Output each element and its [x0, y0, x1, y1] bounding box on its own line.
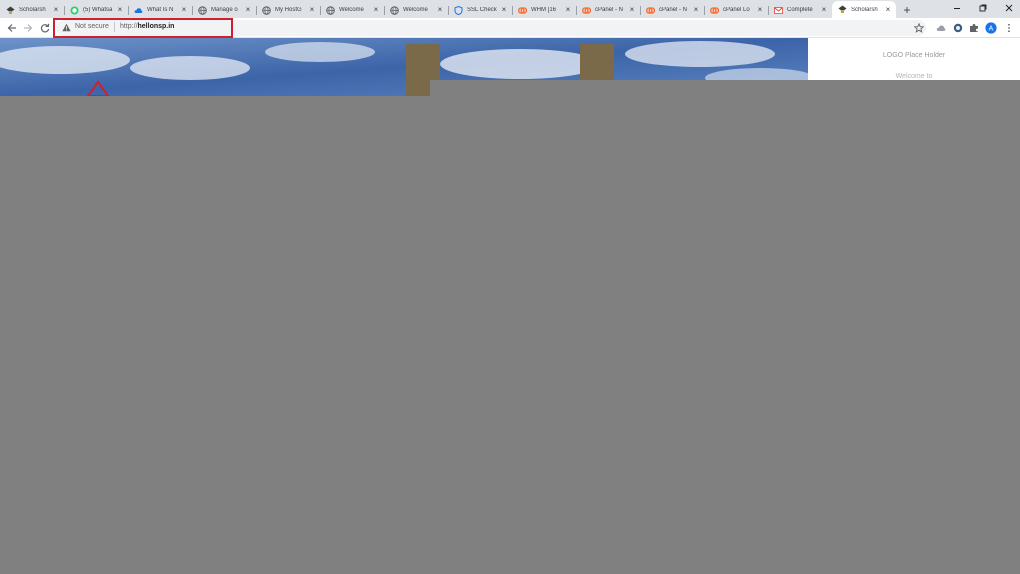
- tab-close-icon[interactable]: ×: [244, 6, 252, 14]
- tab-title: Welcome: [403, 7, 428, 13]
- url-host: hellonsp.in: [137, 23, 175, 30]
- cloud-icon: [134, 6, 143, 15]
- tab-title: Scholarsh: [851, 6, 878, 13]
- cpanel-icon: [710, 6, 719, 15]
- puzzle-icon: [970, 24, 978, 32]
- tab[interactable]: (5) Whatsa ×: [64, 2, 128, 18]
- close-window-button[interactable]: [996, 0, 1020, 16]
- tab[interactable]: cPanel - N ×: [576, 2, 640, 18]
- tab-close-icon[interactable]: ×: [500, 6, 508, 14]
- tab-close-icon[interactable]: ×: [884, 5, 892, 14]
- tab-close-icon[interactable]: ×: [436, 6, 444, 14]
- close-icon: [1005, 4, 1013, 12]
- cpanel-icon: [518, 6, 527, 15]
- shield-icon: [454, 5, 463, 15]
- tab-title: cPanel - N: [659, 7, 688, 13]
- tab-close-icon[interactable]: ×: [372, 6, 380, 14]
- tab-close-icon[interactable]: ×: [116, 6, 124, 14]
- page-overlay-top: [430, 80, 1020, 96]
- tab[interactable]: Welcome ×: [384, 2, 448, 18]
- globe-icon: [390, 5, 399, 15]
- minimize-button[interactable]: [944, 0, 970, 16]
- tab-title: My HostG: [275, 7, 302, 13]
- address-separator: [114, 22, 115, 32]
- tab-title: (5) Whatsa: [83, 7, 113, 13]
- cpanel-icon: [582, 6, 591, 15]
- url-scheme: http://: [120, 23, 138, 30]
- tab-close-icon[interactable]: ×: [564, 6, 572, 14]
- extensions-button[interactable]: [967, 21, 981, 35]
- cpanel-icon: [646, 6, 655, 15]
- tab[interactable]: SSL Check ×: [448, 2, 512, 18]
- tab-title: Manage o: [211, 7, 238, 13]
- star-icon: [914, 23, 924, 33]
- tab-strip: Scholarsh × (5) Whatsa × What Is N × Manage o ×…: [0, 0, 1020, 18]
- browser-menu-button[interactable]: [1002, 21, 1016, 35]
- url-text[interactable]: http://hellonsp.in: [120, 23, 174, 30]
- tab-title: Welcome: [339, 7, 364, 13]
- tab-title: What Is N: [147, 7, 174, 13]
- tab-active[interactable]: Scholarsh ×: [832, 1, 896, 18]
- tab[interactable]: cPanel Lo ×: [704, 2, 768, 18]
- tab-title: Complete: [787, 7, 813, 13]
- tab-close-icon[interactable]: ×: [692, 6, 700, 14]
- restore-icon: [979, 4, 987, 12]
- tab-close-icon[interactable]: ×: [180, 6, 188, 14]
- restore-button[interactable]: [970, 0, 996, 16]
- svg-text:A: A: [989, 25, 994, 32]
- bookmark-star-button[interactable]: [912, 21, 926, 35]
- extension-vpn-button[interactable]: [951, 21, 965, 35]
- tab-title: SSL Check: [467, 7, 497, 13]
- scholar-icon: [838, 5, 847, 14]
- minimize-icon: [954, 8, 960, 9]
- tab-title: cPanel - N: [595, 7, 624, 13]
- globe-icon: [198, 5, 207, 15]
- reload-button[interactable]: [38, 21, 52, 35]
- arrow-right-icon: [24, 24, 33, 32]
- tab-title: cPanel Lo: [723, 7, 750, 13]
- tab[interactable]: My HostG ×: [256, 2, 320, 18]
- tab[interactable]: cPanel - N ×: [640, 2, 704, 18]
- forward-button[interactable]: [21, 21, 35, 35]
- tab-close-icon[interactable]: ×: [308, 6, 316, 14]
- tab-close-icon[interactable]: ×: [756, 6, 764, 14]
- globe-icon: [326, 5, 335, 15]
- scholar-icon: [6, 6, 15, 15]
- logo-placeholder-text: LOGO Place Holder: [882, 52, 946, 59]
- welcome-text: Welcome to: [895, 73, 933, 80]
- kebab-menu-icon: [1008, 23, 1010, 33]
- whatsapp-icon: [70, 6, 79, 15]
- warning-icon: [62, 23, 71, 32]
- tab[interactable]: WHM [16 ×: [512, 2, 576, 18]
- globe-icon: [953, 23, 963, 33]
- tab[interactable]: Welcome ×: [320, 2, 384, 18]
- arrow-left-icon: [7, 24, 16, 32]
- tab[interactable]: Complete ×: [768, 2, 832, 18]
- security-status-label[interactable]: Not secure: [75, 23, 109, 30]
- page-overlay: [0, 96, 1020, 574]
- globe-icon: [262, 5, 271, 15]
- tab[interactable]: What Is N ×: [128, 2, 192, 18]
- tab-close-icon[interactable]: ×: [820, 6, 828, 14]
- tab-title: Scholarsh: [19, 7, 46, 13]
- tab-close-icon[interactable]: ×: [52, 6, 60, 14]
- extension-cloud-button[interactable]: [934, 21, 948, 35]
- tab[interactable]: Manage o ×: [192, 2, 256, 18]
- new-tab-button[interactable]: +: [896, 2, 918, 18]
- avatar-icon: A: [985, 22, 997, 34]
- reload-icon: [40, 23, 50, 33]
- cloud-icon: [936, 25, 946, 31]
- tab[interactable]: Scholarsh ×: [0, 2, 64, 18]
- profile-avatar-button[interactable]: A: [984, 21, 998, 35]
- back-button[interactable]: [5, 21, 19, 35]
- gmail-icon: [774, 6, 783, 15]
- tab-title: WHM [16: [531, 7, 557, 13]
- tab-close-icon[interactable]: ×: [628, 6, 636, 14]
